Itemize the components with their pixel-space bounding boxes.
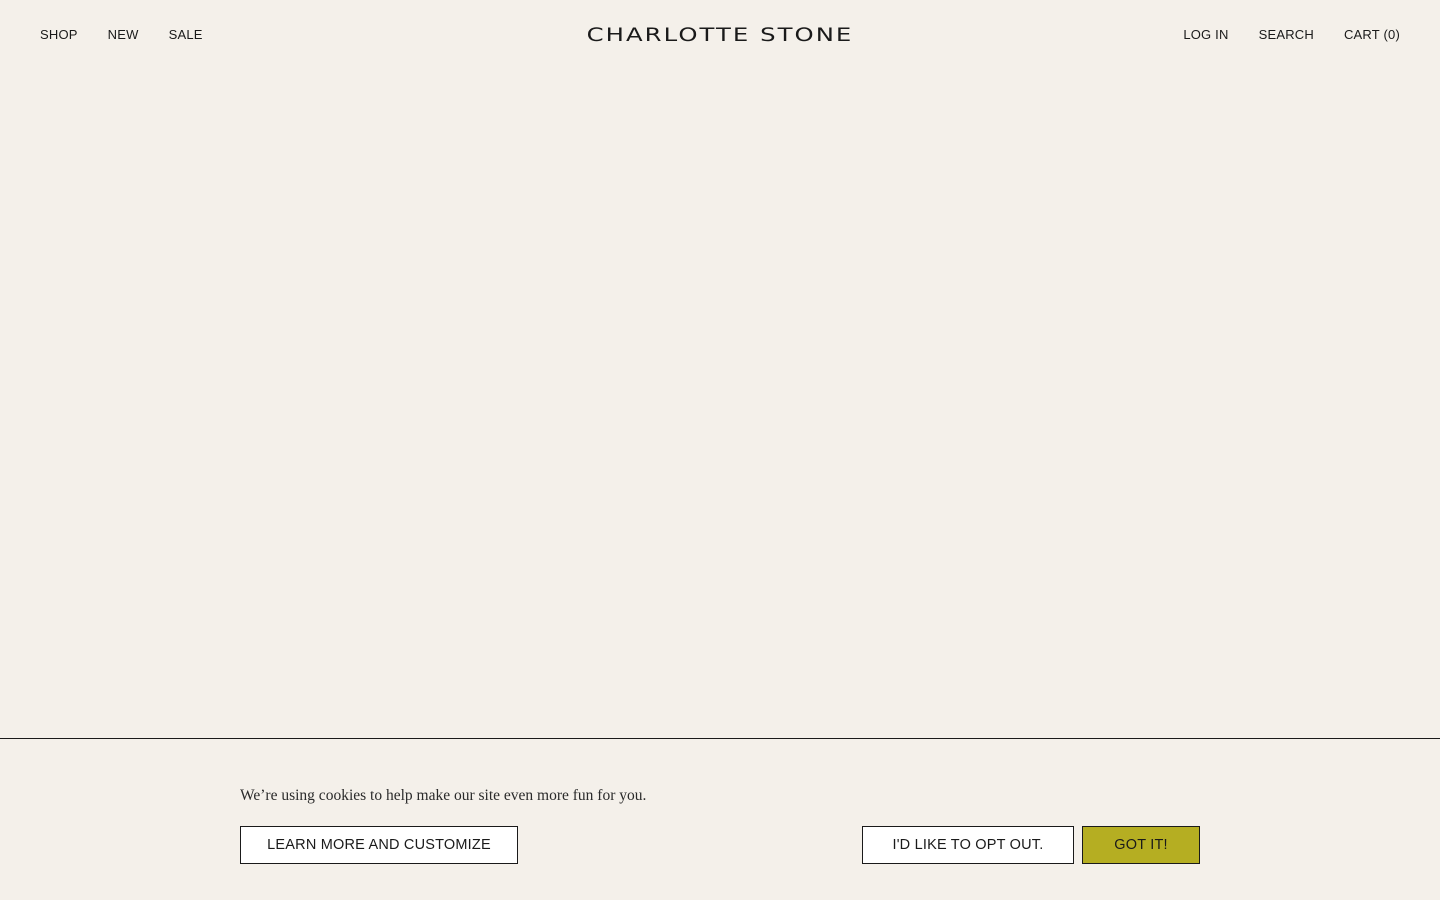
learn-more-customize-button[interactable]: LEARN MORE AND CUSTOMIZE xyxy=(240,826,518,864)
cookie-banner: We’re using cookies to help make our sit… xyxy=(0,738,1440,900)
cart-link[interactable]: CART (0) xyxy=(1344,27,1400,43)
account-nav: LOG IN SEARCH CART (0) xyxy=(1153,27,1400,43)
search-link[interactable]: SEARCH xyxy=(1259,27,1314,43)
opt-out-button[interactable]: I'D LIKE TO OPT OUT. xyxy=(862,826,1074,864)
cookie-message: We’re using cookies to help make our sit… xyxy=(240,787,647,804)
login-link[interactable]: LOG IN xyxy=(1183,27,1228,43)
site-header: SHOP NEW SALE CHARLOTTE STONE LOG IN SEA… xyxy=(0,0,1440,70)
accept-cookies-button[interactable]: GOT IT! xyxy=(1082,826,1200,864)
